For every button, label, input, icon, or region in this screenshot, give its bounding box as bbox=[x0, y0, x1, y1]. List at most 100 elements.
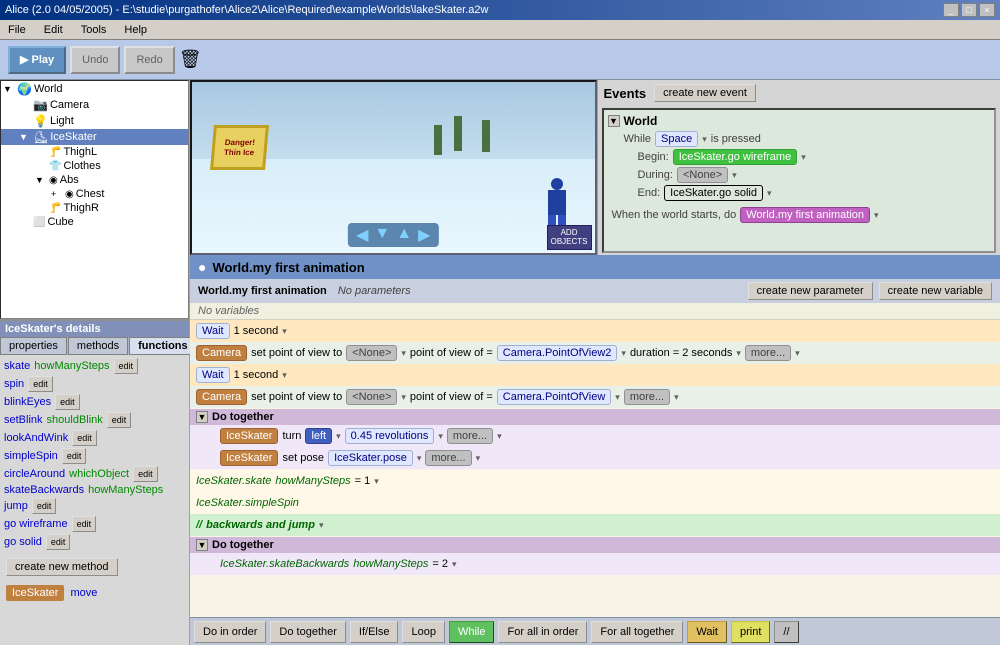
wait1-chip[interactable]: Wait bbox=[196, 323, 230, 339]
menu-file[interactable]: File bbox=[4, 23, 30, 37]
expand-abs-icon[interactable]: ▼ bbox=[35, 175, 47, 185]
comment-button[interactable]: // bbox=[774, 621, 798, 643]
during-chip[interactable]: <None> bbox=[677, 167, 728, 183]
revolutions-chip[interactable]: 0.45 revolutions bbox=[345, 428, 435, 444]
do-together-button[interactable]: Do together bbox=[270, 621, 345, 643]
end-dropdown-icon[interactable]: ▾ bbox=[767, 188, 772, 199]
play-button[interactable]: ▶ Play bbox=[8, 46, 66, 74]
tree-item-thighr[interactable]: 🦵 ThighR bbox=[1, 201, 188, 215]
collapse-together1-button[interactable]: ▼ bbox=[196, 411, 208, 423]
end-chip[interactable]: IceSkater.go solid bbox=[664, 185, 763, 201]
camera1-pov-chip[interactable]: Camera.PointOfView2 bbox=[497, 345, 618, 361]
create-var-button[interactable]: create new variable bbox=[879, 282, 992, 300]
skatebackwards-chip[interactable]: IceSkater.skateBackwards bbox=[220, 558, 349, 570]
create-method-button[interactable]: create new method bbox=[6, 558, 118, 576]
nav-down[interactable]: ▼ bbox=[374, 225, 390, 245]
tree-item-chest[interactable]: + ◉ Chest bbox=[1, 187, 188, 201]
undo-button[interactable]: Undo bbox=[70, 46, 120, 74]
iceskater-turn-chip[interactable]: IceSkater bbox=[220, 428, 278, 444]
expand-iceskater-icon[interactable]: ▼ bbox=[19, 132, 31, 142]
create-event-button[interactable]: create new event bbox=[654, 84, 756, 102]
edit-spin-button[interactable]: edit bbox=[28, 376, 53, 392]
titlebar: Alice (2.0 04/05/2005) - E:\studie\purga… bbox=[0, 0, 1000, 20]
trash-button[interactable]: 🗑 bbox=[179, 49, 202, 70]
close-button[interactable]: × bbox=[979, 3, 995, 17]
create-param-button[interactable]: create new parameter bbox=[748, 282, 873, 300]
wait2-dropdown[interactable]: ▾ bbox=[282, 370, 287, 381]
simplespin-chip[interactable]: IceSkater.simpleSpin bbox=[196, 497, 299, 509]
nav-left[interactable]: ◀ bbox=[356, 225, 368, 245]
iceskater-chip[interactable]: IceSkater bbox=[6, 585, 64, 601]
tree-item-light[interactable]: 💡 Light bbox=[1, 113, 188, 129]
edit-gowireframe-button[interactable]: edit bbox=[72, 516, 97, 532]
for-all-together-button[interactable]: For all together bbox=[591, 621, 683, 643]
pose-more-chip[interactable]: more... bbox=[425, 450, 471, 466]
edit-lookandwink-button[interactable]: edit bbox=[72, 430, 97, 446]
comment-content[interactable]: backwards and jump bbox=[206, 519, 315, 531]
nav-up[interactable]: ▲ bbox=[396, 225, 412, 245]
world-starts-chip[interactable]: World.my first animation bbox=[740, 207, 870, 223]
tab-properties[interactable]: properties bbox=[0, 337, 67, 355]
while-button[interactable]: While bbox=[449, 621, 495, 643]
maximize-button[interactable]: □ bbox=[961, 3, 977, 17]
tree-item-iceskater[interactable]: ▼ ⛸ IceSkater bbox=[1, 129, 188, 145]
tab-methods[interactable]: methods bbox=[68, 337, 128, 355]
expand-chest-icon[interactable]: + bbox=[51, 189, 63, 199]
pose-chip[interactable]: IceSkater.pose bbox=[328, 450, 413, 466]
menu-edit[interactable]: Edit bbox=[40, 23, 67, 37]
edit-gosolid-button[interactable]: edit bbox=[46, 534, 71, 550]
ifelse-button[interactable]: If/Else bbox=[350, 621, 399, 643]
tree-item-abs[interactable]: ▼ ◉ Abs bbox=[1, 173, 188, 187]
camera2-none-chip[interactable]: <None> bbox=[346, 389, 397, 405]
begin-dropdown-icon[interactable]: ▾ bbox=[801, 152, 806, 163]
print-button[interactable]: print bbox=[731, 621, 770, 643]
bottom-toolbar: Do in order Do together If/Else Loop Whi… bbox=[190, 617, 1000, 645]
camera1-chip[interactable]: Camera bbox=[196, 345, 247, 361]
tree-item-cube[interactable]: ⬜ Cube bbox=[1, 215, 188, 229]
camera2-more-chip[interactable]: more... bbox=[624, 389, 670, 405]
menu-help[interactable]: Help bbox=[120, 23, 151, 37]
minimize-button[interactable]: _ bbox=[943, 3, 959, 17]
camera2-pov-chip[interactable]: Camera.PointOfView bbox=[497, 389, 612, 405]
tree-label-chest: Chest bbox=[76, 188, 105, 200]
left-chip[interactable]: left bbox=[305, 428, 332, 444]
space-dropdown-icon[interactable]: ▾ bbox=[702, 134, 707, 145]
edit-setblink-button[interactable]: edit bbox=[107, 412, 132, 428]
menu-tools[interactable]: Tools bbox=[77, 23, 111, 37]
tree-item-clothes[interactable]: 👕 Clothes bbox=[1, 159, 188, 173]
begin-chip[interactable]: IceSkater.go wireframe bbox=[673, 149, 798, 165]
world-starts-dropdown-icon[interactable]: ▾ bbox=[874, 210, 879, 221]
skate-chip[interactable]: IceSkater.skate bbox=[196, 475, 271, 487]
redo-button[interactable]: Redo bbox=[124, 46, 174, 74]
expand-world-icon[interactable]: ▼ bbox=[3, 84, 15, 94]
edit-simplespin-button[interactable]: edit bbox=[62, 448, 87, 464]
do-in-order-button[interactable]: Do in order bbox=[194, 621, 266, 643]
during-dropdown-icon[interactable]: ▾ bbox=[732, 170, 737, 181]
add-objects-button[interactable]: ADDOBJECTS bbox=[547, 225, 592, 250]
camera2-chip[interactable]: Camera bbox=[196, 389, 247, 405]
move-label: move bbox=[70, 587, 97, 599]
edit-skate-button[interactable]: edit bbox=[114, 358, 139, 374]
edit-blinkeyes-button[interactable]: edit bbox=[55, 394, 80, 410]
tree-item-camera[interactable]: 📷 Camera bbox=[1, 97, 188, 113]
nav-right[interactable]: ▶ bbox=[418, 225, 430, 245]
world-icon: 🌍 bbox=[17, 82, 32, 96]
for-all-in-order-button[interactable]: For all in order bbox=[498, 621, 587, 643]
wait-button[interactable]: Wait bbox=[687, 621, 727, 643]
space-chip[interactable]: Space bbox=[655, 131, 698, 147]
wait1-dropdown[interactable]: ▾ bbox=[282, 326, 287, 337]
tree-item-thighl[interactable]: 🦵 ThighL bbox=[1, 145, 188, 159]
scene-nav-controls: ◀ ▼ ▲ ▶ bbox=[348, 223, 438, 247]
collapse-world-button[interactable]: ▼ bbox=[608, 115, 620, 127]
camera1-none-chip[interactable]: <None> bbox=[346, 345, 397, 361]
edit-circlearound-button[interactable]: edit bbox=[133, 466, 158, 482]
camera1-more-chip[interactable]: more... bbox=[745, 345, 791, 361]
edit-jump-button[interactable]: edit bbox=[32, 498, 57, 514]
iceskater-pose-chip[interactable]: IceSkater bbox=[220, 450, 278, 466]
loop-button[interactable]: Loop bbox=[402, 621, 444, 643]
turn-more-chip[interactable]: more... bbox=[447, 428, 493, 444]
wait2-chip[interactable]: Wait bbox=[196, 367, 230, 383]
tree-item-world[interactable]: ▼ 🌍 World bbox=[1, 81, 188, 97]
tab-functions[interactable]: functions bbox=[129, 337, 197, 355]
collapse-together2-button[interactable]: ▼ bbox=[196, 539, 208, 551]
